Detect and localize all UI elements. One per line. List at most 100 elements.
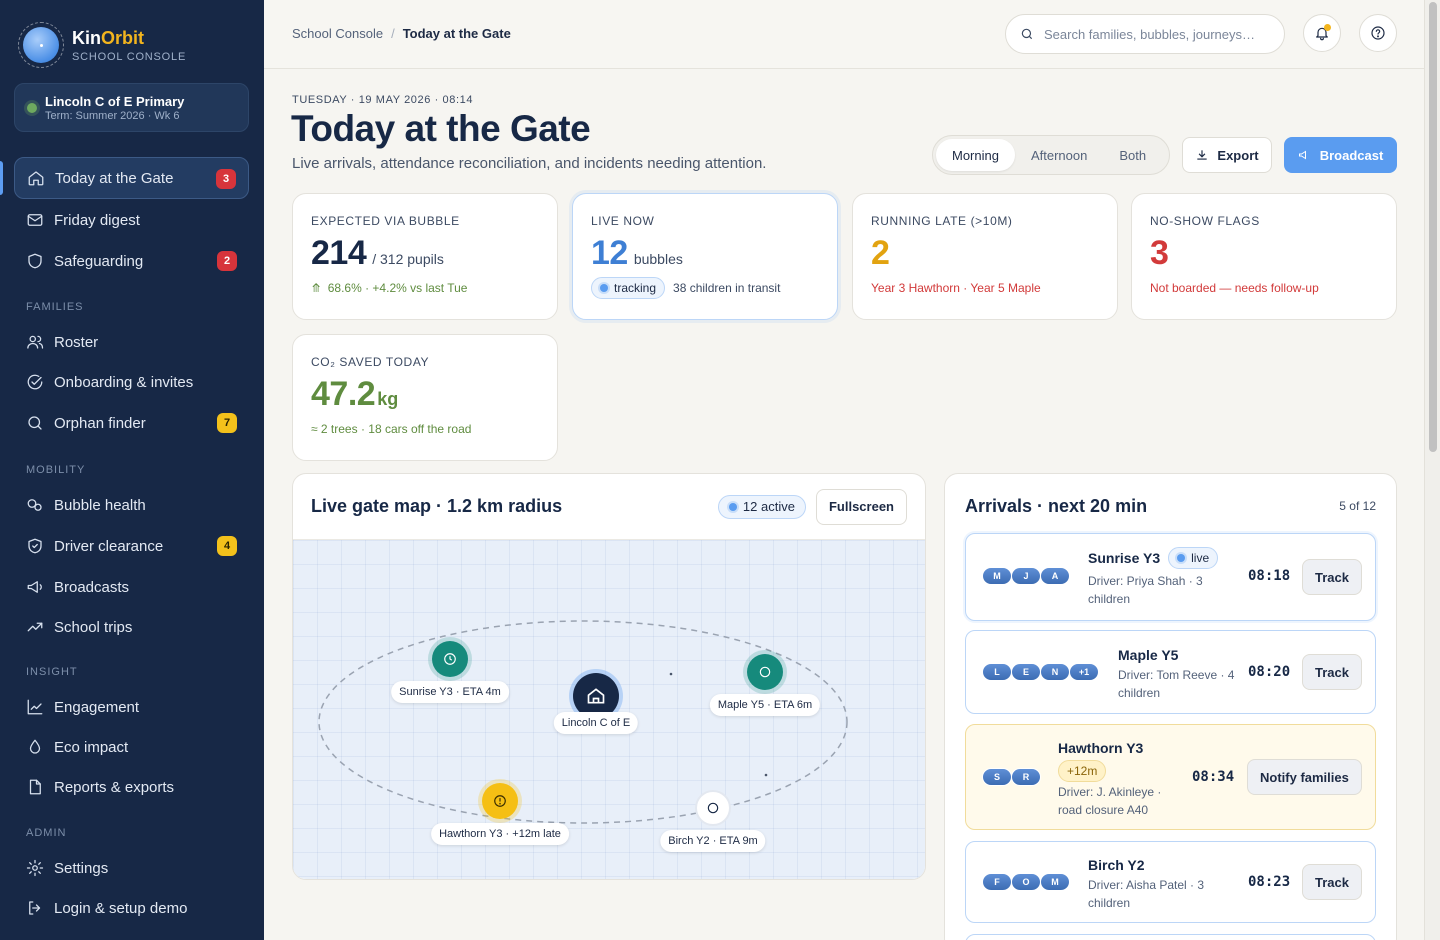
logout-icon [26, 899, 44, 917]
trend-up-icon: ⤊ [311, 281, 322, 295]
stat-unit: bubbles [633, 251, 683, 267]
arrival-birch-y2[interactable]: F O M Birch Y2 Driver: Aisha Patel · 3 ch… [965, 841, 1376, 923]
arrival-name: Birch Y2 [1088, 857, 1145, 873]
stat-co2-saved[interactable]: CO₂ SAVED TODAY 47.2 kg ≈ 2 trees · 18 c… [292, 334, 558, 461]
stat-value: 2 [871, 234, 890, 272]
nav-section-mobility: MOBILITY [26, 464, 86, 476]
avatar-stack: S R [982, 768, 1041, 786]
session-segmented-control: Morning Afternoon Both [932, 135, 1170, 175]
avatar: L [982, 663, 1012, 681]
nav-bubble-health[interactable]: Bubble health [14, 484, 249, 526]
nav-badge: 7 [217, 413, 237, 433]
scrollbar-thumb[interactable] [1429, 2, 1437, 452]
nav-orphan-finder[interactable]: Orphan finder 7 [14, 402, 249, 444]
mail-icon [26, 211, 44, 229]
nav-section-admin: ADMIN [26, 827, 67, 839]
arrivals-count: 5 of 12 [1339, 499, 1376, 513]
nav-onboarding[interactable]: Onboarding & invites [14, 361, 249, 403]
pin-birch-y2[interactable] [695, 790, 731, 826]
arrival-hawthorn-y3[interactable]: S R Hawthorn Y3 +12m Driver: J. Akinleye… [965, 724, 1376, 830]
nav-label: Settings [54, 859, 109, 877]
nav-settings[interactable]: Settings [14, 847, 249, 889]
stat-label: NO-SHOW FLAGS [1150, 214, 1260, 228]
stat-label: CO₂ SAVED TODAY [311, 355, 430, 369]
circle-icon [759, 666, 771, 678]
brand[interactable]: KinOrbit SCHOOL CONSOLE [18, 22, 186, 68]
nav-reports[interactable]: Reports & exports [14, 766, 249, 808]
nav-school-trips[interactable]: School trips [14, 606, 249, 648]
track-button[interactable]: Track [1302, 654, 1362, 690]
stat-label: EXPECTED VIA BUBBLE [311, 214, 460, 228]
stat-note: 38 children in transit [673, 281, 781, 295]
avatar-stack: M J A [982, 567, 1070, 585]
nav-engagement[interactable]: Engagement [14, 686, 249, 728]
nav-driver-clearance[interactable]: Driver clearance 4 [14, 525, 249, 567]
avatar: S [982, 768, 1012, 786]
pin-sunrise-y3[interactable] [432, 641, 468, 677]
notifications-button[interactable] [1303, 14, 1341, 52]
segment-both[interactable]: Both [1103, 139, 1162, 171]
arrival-maple-y5[interactable]: L E N +1 Maple Y5 Driver: Tom Reeve · 4c… [965, 630, 1376, 714]
stat-live-now[interactable]: LIVE NOW 12 bubbles tracking 38 children… [572, 193, 838, 320]
pin-label: Birch Y2 · ETA 9m [660, 830, 766, 852]
nav-broadcasts[interactable]: Broadcasts [14, 566, 249, 608]
nav-label: Login & setup demo [54, 899, 188, 917]
segment-afternoon[interactable]: Afternoon [1015, 139, 1103, 171]
avatar: M [982, 567, 1012, 585]
school-switcher[interactable]: Lincoln C of E Primary Term: Summer 2026… [14, 83, 249, 132]
nav-label: Friday digest [54, 211, 140, 229]
arrival-next-partial[interactable] [965, 934, 1376, 940]
stat-note: ⤊ 68.6% · +4.2% vs last Tue [311, 281, 468, 295]
nav-badge: 3 [216, 169, 236, 189]
segment-morning[interactable]: Morning [936, 139, 1015, 171]
nav-roster[interactable]: Roster [14, 321, 249, 363]
stat-expected[interactable]: EXPECTED VIA BUBBLE 214 / 312 pupils ⤊ 6… [292, 193, 558, 320]
sidebar: KinOrbit SCHOOL CONSOLE Lincoln C of E P… [0, 0, 264, 940]
arrival-sunrise-y3[interactable]: M J A Sunrise Y3 live Driver: Priya Shah … [965, 533, 1376, 621]
pin-maple-y5[interactable] [747, 654, 783, 690]
search-icon [1021, 28, 1033, 40]
track-button[interactable]: Track [1302, 559, 1362, 595]
home-icon [27, 169, 45, 187]
broadcast-button[interactable]: Broadcast [1284, 137, 1397, 173]
page-date: TUESDAY · 19 MAY 2026 · 08:14 [292, 94, 474, 106]
nav-today-at-the-gate[interactable]: Today at the Gate 3 [14, 157, 249, 199]
help-icon [1371, 26, 1385, 40]
help-button[interactable] [1359, 14, 1397, 52]
nav-eco-impact[interactable]: Eco impact [14, 726, 249, 768]
avatar: A [1040, 567, 1070, 585]
arrival-driver: Driver: Priya Shah · 3 children [1088, 574, 1203, 606]
nav-friday-digest[interactable]: Friday digest [14, 199, 249, 241]
school-icon [587, 688, 605, 704]
arrival-driver: Driver: J. Akinleye · road closure A40 [1058, 785, 1162, 817]
active-count-pill: 12 active [717, 494, 806, 519]
nav-badge: 4 [217, 536, 237, 556]
pin-label: Sunrise Y3 · ETA 4m [391, 681, 509, 703]
tracking-pill: tracking [591, 277, 666, 299]
arrival-driver: Driver: Tom Reeve · 4 children [1118, 668, 1235, 700]
pin-hawthorn-y3[interactable] [482, 783, 518, 819]
breadcrumb-root[interactable]: School Console [292, 26, 383, 41]
nav-label: Onboarding & invites [54, 373, 194, 391]
search-box[interactable] [1005, 14, 1285, 54]
page-scrollbar[interactable] [1424, 0, 1440, 940]
fullscreen-button[interactable]: Fullscreen [815, 488, 907, 525]
school-term: Term: Summer 2026 · Wk 6 [45, 110, 180, 122]
stat-no-show[interactable]: NO-SHOW FLAGS 3 Not boarded — needs foll… [1131, 193, 1397, 320]
late-tag: +12m [1058, 760, 1107, 782]
arrival-time: 08:23 [1248, 874, 1291, 890]
stat-running-late[interactable]: RUNNING LATE (>10M) 2 Year 3 Hawthorn · … [852, 193, 1118, 320]
arrival-time: 08:18 [1248, 568, 1291, 584]
avatar: O [1011, 873, 1041, 891]
nav-login-setup[interactable]: Login & setup demo [14, 887, 249, 929]
school-status-dot [27, 103, 37, 113]
nav-safeguarding[interactable]: Safeguarding 2 [14, 240, 249, 282]
search-input[interactable] [1044, 26, 1264, 42]
search-icon [26, 414, 44, 432]
notify-families-button[interactable]: Notify families [1247, 759, 1362, 795]
track-button[interactable]: Track [1302, 864, 1362, 900]
gear-icon [26, 859, 44, 877]
map-canvas[interactable]: Sunrise Y3 · ETA 4m Maple Y5 · ETA 6m Li… [293, 540, 925, 879]
export-button[interactable]: Export [1182, 137, 1272, 173]
avatar: M [1040, 873, 1070, 891]
